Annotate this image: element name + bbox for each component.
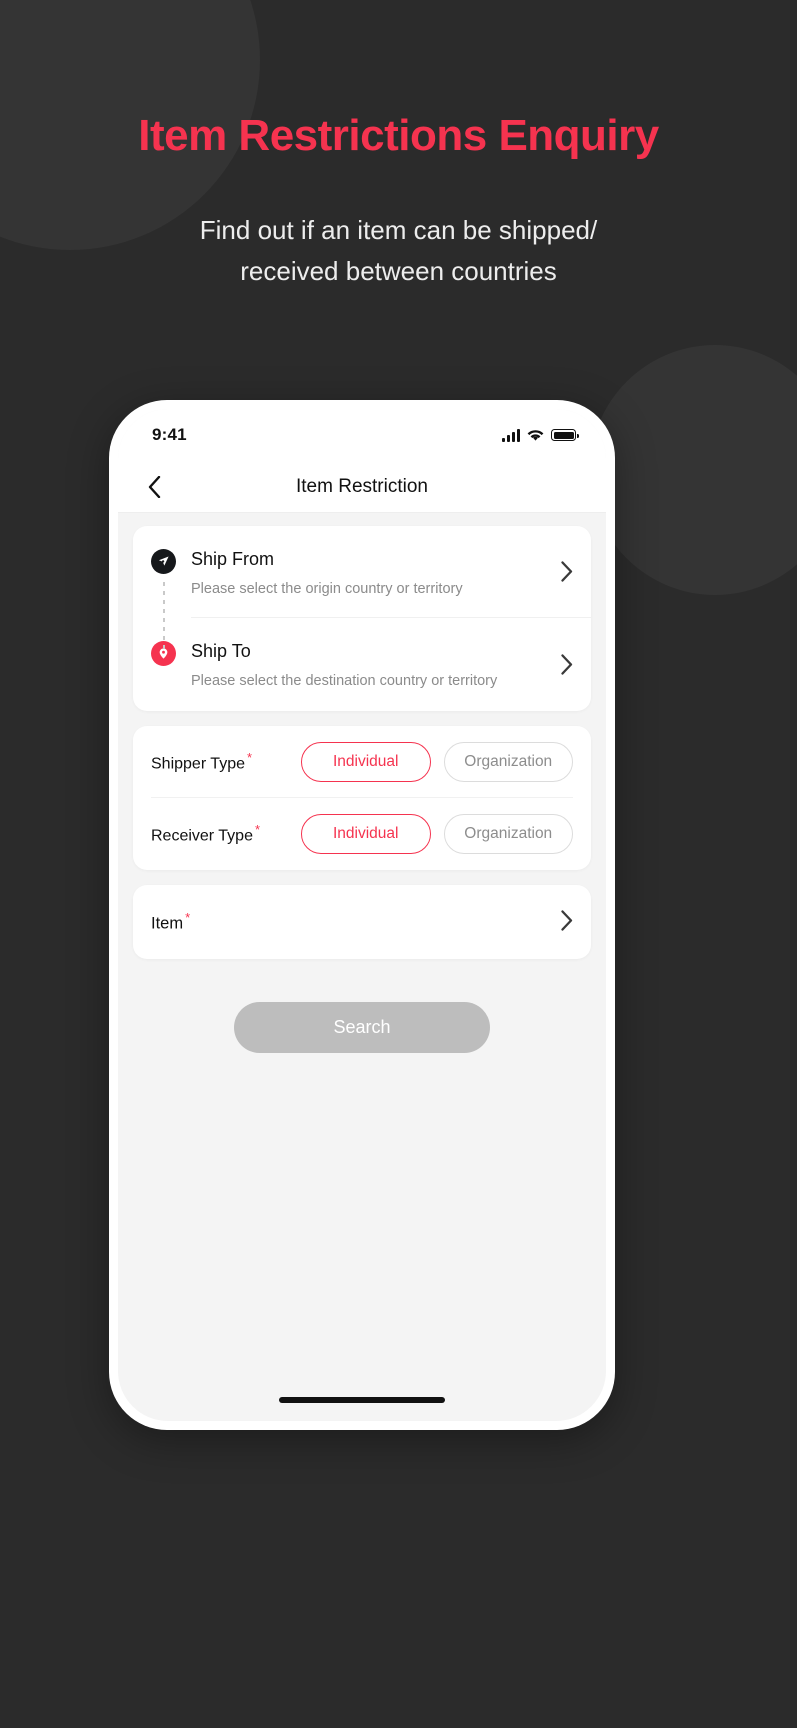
shipper-type-option-individual[interactable]: Individual: [301, 741, 431, 782]
route-card: Ship From Please select the origin count…: [133, 526, 591, 711]
item-card: Item *: [133, 884, 591, 959]
shipper-type-options: Individual Organization: [301, 741, 573, 782]
receiver-type-label-text: Receiver Type: [151, 827, 253, 845]
ship-to-subtitle: Please select the destination country or…: [191, 672, 498, 689]
screen-content: Ship From Please select the origin count…: [118, 513, 606, 1053]
status-time: 9:41: [152, 425, 187, 444]
ship-to-title: Ship To: [191, 641, 251, 662]
receiver-type-label: Receiver Type *: [151, 822, 301, 845]
hero-subtitle: Find out if an item can be shipped/ rece…: [0, 210, 797, 291]
chevron-left-icon: [148, 475, 160, 498]
phone-mockup: 9:41 Item Restriction Ship From Please s…: [109, 400, 615, 1430]
receiver-type-row: Receiver Type * Individual Organization: [133, 798, 591, 870]
ship-from-row[interactable]: Ship From Please select the origin count…: [133, 526, 591, 655]
shipper-type-label-text: Shipper Type: [151, 755, 245, 773]
item-row[interactable]: Item *: [133, 885, 591, 959]
nav-title: Item Restriction: [296, 475, 428, 497]
receiver-type-options: Individual Organization: [301, 813, 573, 854]
ship-from-subtitle: Please select the origin country or terr…: [191, 580, 463, 597]
nav-bar: Item Restriction: [118, 461, 606, 513]
home-indicator: [279, 1397, 445, 1403]
item-label-text: Item: [151, 914, 184, 933]
chevron-right-icon: [561, 909, 573, 935]
route-dotted-connector: [163, 582, 165, 655]
search-button[interactable]: Search: [234, 1001, 490, 1053]
ship-to-row[interactable]: Ship To Please select the destination co…: [133, 618, 591, 710]
ship-from-title: Ship From: [191, 549, 275, 569]
ship-to-text: Ship To Please select the destination co…: [176, 640, 561, 690]
battery-full-icon: [551, 429, 579, 441]
hero-section: Item Restrictions Enquiry Find out if an…: [0, 0, 797, 291]
ship-from-text: Ship From Please select the origin count…: [176, 548, 561, 598]
wifi-icon: [527, 429, 544, 441]
required-marker: *: [247, 750, 253, 766]
phone-screen: 9:41 Item Restriction Ship From Please s…: [118, 409, 606, 1421]
hero-subtitle-line-1: Find out if an item can be shipped/: [199, 215, 598, 246]
shipper-type-row: Shipper Type * Individual Organization: [133, 726, 591, 798]
item-label: Item *: [151, 910, 190, 934]
shipper-type-label: Shipper Type *: [151, 750, 301, 773]
back-button[interactable]: [136, 469, 172, 505]
promo-page: Item Restrictions Enquiry Find out if an…: [0, 0, 797, 1728]
page-title: Item Restrictions Enquiry: [138, 111, 659, 160]
cellular-signal-icon: [502, 428, 520, 442]
receiver-type-option-organization[interactable]: Organization: [443, 813, 573, 854]
hero-subtitle-line-2: received between countries: [240, 255, 557, 286]
background-blob-right: [590, 345, 797, 595]
send-glyph-icon: [158, 556, 169, 566]
chevron-right-icon: [561, 653, 573, 679]
search-button-container: Search: [133, 959, 591, 1053]
party-type-card: Shipper Type * Individual Organization Re…: [133, 725, 591, 870]
required-marker: *: [185, 909, 191, 925]
send-origin-icon: [151, 549, 176, 574]
shipper-type-option-organization[interactable]: Organization: [443, 741, 573, 782]
chevron-right-icon: [561, 560, 573, 586]
required-marker: *: [254, 822, 261, 838]
receiver-type-option-individual[interactable]: Individual: [301, 813, 431, 854]
phone-notch: [238, 409, 486, 443]
status-icons: [502, 428, 579, 442]
